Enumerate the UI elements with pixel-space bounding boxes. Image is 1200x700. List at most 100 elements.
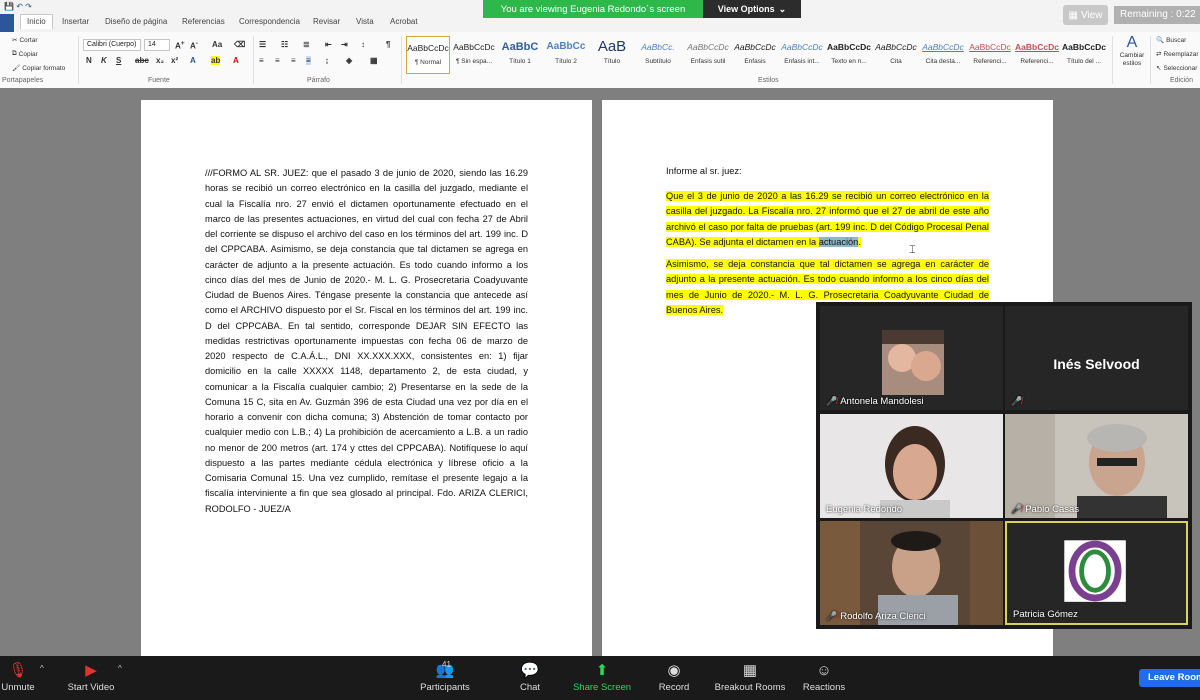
- participant-tile[interactable]: Inés Selvood 🎤̸: [1005, 306, 1188, 410]
- style-enfasis-intenso[interactable]: AaBbCcDc Énfasis int...: [780, 36, 824, 74]
- grow-font-icon[interactable]: A+: [175, 40, 185, 51]
- participant-tile[interactable]: Eugenia Redondo: [820, 414, 1003, 518]
- group-separator: [1150, 36, 1151, 84]
- bullets-icon[interactable]: ☰: [259, 40, 266, 49]
- cut-button[interactable]: ✂ Cortar: [12, 36, 38, 45]
- borders-icon[interactable]: ▦: [370, 56, 378, 65]
- format-painter-button[interactable]: 🖌 Copiar formato: [12, 64, 66, 73]
- align-left-icon[interactable]: ≡: [259, 56, 264, 65]
- justify-icon[interactable]: ≡: [306, 56, 311, 65]
- leave-room-button[interactable]: Leave Room: [1139, 669, 1200, 687]
- change-case-icon[interactable]: Aa: [212, 40, 222, 49]
- grid-icon: ▦: [1068, 9, 1078, 21]
- copy-icon: ⧉: [12, 50, 17, 57]
- style-titulo-1[interactable]: AaBbC Título 1: [498, 36, 542, 74]
- find-button[interactable]: 🔍 Buscar: [1156, 36, 1186, 45]
- font-size-select[interactable]: 14: [144, 39, 170, 51]
- undo-icon[interactable]: ↶: [16, 2, 23, 11]
- page2-heading[interactable]: Informe al sr. juez:: [666, 166, 742, 176]
- record-button[interactable]: ◉ Record: [652, 660, 696, 693]
- reactions-button[interactable]: ☺ Reactions: [800, 660, 848, 693]
- align-center-icon[interactable]: ≡: [275, 56, 280, 65]
- underline-icon[interactable]: S: [116, 56, 121, 65]
- pilcrow-icon[interactable]: ¶: [386, 40, 390, 49]
- multilevel-icon[interactable]: ≣: [303, 40, 310, 49]
- italic-icon[interactable]: K: [101, 56, 107, 65]
- unmute-button[interactable]: 🎙 Unmute: [0, 660, 36, 693]
- clear-format-icon[interactable]: ⌫: [234, 40, 245, 49]
- participant-tile[interactable]: 🎤̸ Antonela Mandolesi: [820, 306, 1003, 410]
- brush-icon: 🖌: [12, 65, 21, 72]
- view-options-button[interactable]: View Options ⌄: [703, 0, 801, 18]
- tab-inicio[interactable]: Inicio: [20, 14, 53, 29]
- bold-icon[interactable]: N: [86, 56, 92, 65]
- align-right-icon[interactable]: ≡: [291, 56, 296, 65]
- sort-icon[interactable]: ↕: [361, 40, 365, 49]
- participant-name: 🎤̸ Pablo Casas: [1011, 504, 1079, 515]
- tab-diseno[interactable]: Diseño de página: [105, 17, 167, 26]
- tab-referencias[interactable]: Referencias: [182, 17, 225, 26]
- document-page-1[interactable]: ///FORMO AL SR. JUEZ: que el pasado 3 de…: [141, 100, 592, 660]
- style-texto-negrita[interactable]: AaBbCcDc Texto en n...: [827, 36, 871, 74]
- replace-button[interactable]: ⇄ Reemplazar: [1156, 50, 1199, 59]
- style-titulo[interactable]: AaB Título: [590, 36, 634, 74]
- strikethrough-icon[interactable]: abc: [135, 56, 149, 65]
- participant-tile-active-speaker[interactable]: Patricia Gómez: [1005, 521, 1188, 625]
- start-video-button[interactable]: ▶ Start Video: [62, 660, 120, 693]
- tab-correspondencia[interactable]: Correspondencia: [239, 17, 300, 26]
- style-cita-destacada[interactable]: AaBbCcDc Cita desta...: [921, 36, 965, 74]
- selected-word[interactable]: actuación: [818, 236, 859, 247]
- style-titulo-libro[interactable]: AaBbCcDc Título del ...: [1062, 36, 1106, 74]
- font-family-select[interactable]: Calibri (Cuerpo): [83, 39, 141, 51]
- tab-vista[interactable]: Vista: [356, 17, 374, 26]
- style-enfasis-sutil[interactable]: AaBbCcDc Énfasis sutil: [686, 36, 730, 74]
- style-referencia-intensa[interactable]: AaBbCcDc Referenci...: [1015, 36, 1059, 74]
- start-video-label: Start Video: [67, 682, 115, 693]
- change-styles-button[interactable]: A Cambiar estilos: [1116, 34, 1148, 68]
- view-button[interactable]: ▦ View: [1063, 5, 1108, 25]
- line-spacing-icon[interactable]: ↨: [325, 56, 329, 65]
- format-painter-label: Copiar formato: [22, 64, 66, 72]
- style-name: Referenci...: [1020, 58, 1054, 65]
- share-screen-button[interactable]: ⬆ Share Screen: [568, 660, 636, 693]
- video-options-chevron-icon[interactable]: ^: [118, 664, 122, 673]
- redo-icon[interactable]: ↷: [25, 2, 32, 11]
- increase-indent-icon[interactable]: ⇥: [341, 40, 348, 49]
- style-referencia-sutil[interactable]: AaBbCcDc Referenci...: [968, 36, 1012, 74]
- style-name: Título 2: [555, 58, 577, 65]
- style-name: Título: [603, 58, 621, 65]
- style-cita[interactable]: AaBbCcDc Cita: [874, 36, 918, 74]
- participants-button[interactable]: 👥 41 Participants: [412, 660, 478, 693]
- superscript-icon[interactable]: x²: [171, 56, 178, 65]
- style-subtitulo[interactable]: AaBbCc. Subtítulo: [636, 36, 680, 74]
- save-icon[interactable]: 💾: [4, 2, 14, 11]
- tab-acrobat[interactable]: Acrobat: [390, 17, 418, 26]
- style-titulo-2[interactable]: AaBbCc Título 2: [544, 36, 588, 74]
- participant-tile[interactable]: 🎤̸ Rodolfo Ariza Clerici: [820, 521, 1003, 625]
- participant-count: 41: [442, 660, 451, 669]
- page2-paragraph-1[interactable]: Que el 3 de junio de 2020 a las 16.29 se…: [666, 189, 989, 250]
- text-effects-icon[interactable]: A: [190, 56, 196, 65]
- shading-icon[interactable]: ◈: [346, 56, 352, 65]
- select-button[interactable]: ↖ Seleccionar: [1156, 64, 1197, 73]
- quick-access-toolbar[interactable]: 💾 ↶ ↷: [4, 2, 32, 11]
- breakout-rooms-button[interactable]: ▦ Breakout Rooms: [710, 660, 790, 693]
- style-preview: AaBbCcDc: [781, 42, 823, 52]
- copy-button[interactable]: ⧉ Copiar: [12, 50, 38, 58]
- font-color-icon[interactable]: A: [233, 56, 239, 65]
- audio-options-chevron-icon[interactable]: ^: [40, 664, 44, 673]
- tab-insertar[interactable]: Insertar: [62, 17, 89, 26]
- style-normal[interactable]: AaBbCcDc ¶ Normal: [406, 36, 450, 74]
- style-sin-espacio[interactable]: AaBbCcDc ¶ Sin espa...: [452, 36, 496, 74]
- highlight-icon[interactable]: ab: [211, 56, 221, 65]
- tab-revisar[interactable]: Revisar: [313, 17, 340, 26]
- style-enfasis[interactable]: AaBbCcDc Énfasis: [733, 36, 777, 74]
- decrease-indent-icon[interactable]: ⇤: [325, 40, 332, 49]
- subscript-icon[interactable]: x₂: [156, 56, 164, 65]
- participant-video: [820, 521, 1003, 625]
- page1-body-text[interactable]: ///FORMO AL SR. JUEZ: que el pasado 3 de…: [205, 166, 528, 517]
- chat-button[interactable]: 💬 Chat: [510, 660, 550, 693]
- shrink-font-icon[interactable]: A-: [190, 40, 198, 51]
- participant-tile[interactable]: 🎤̸ Pablo Casas: [1005, 414, 1188, 518]
- numbering-icon[interactable]: ☷: [281, 40, 288, 49]
